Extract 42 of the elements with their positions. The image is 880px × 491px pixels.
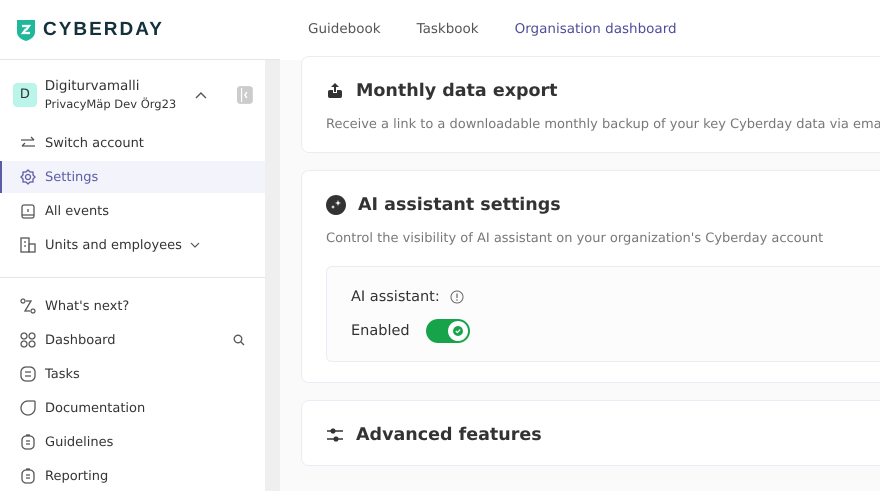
sidebar-item[interactable]: Units and employees bbox=[0, 229, 265, 261]
sidebar-item[interactable]: What's next? bbox=[0, 290, 265, 322]
card-title: Monthly data export bbox=[356, 81, 558, 101]
sparkle-icon bbox=[326, 195, 346, 215]
sidebar-item[interactable]: Settings bbox=[0, 161, 265, 193]
clipboard-icon bbox=[19, 433, 37, 451]
account-avatar: D bbox=[13, 82, 37, 106]
shield-logo-icon bbox=[15, 18, 37, 42]
scrollbar[interactable] bbox=[265, 60, 280, 491]
calendar-icon bbox=[19, 202, 37, 220]
page-icon bbox=[19, 399, 37, 417]
card-title: Advanced features bbox=[356, 425, 542, 445]
organisation-name: PrivacyMäp Dev Örg23 bbox=[44, 97, 178, 111]
info-icon[interactable] bbox=[450, 290, 464, 304]
sliders-icon bbox=[326, 426, 344, 444]
sidebar-item[interactable]: All events bbox=[0, 195, 265, 227]
account-name[interactable]: Digiturvamalli bbox=[44, 78, 184, 94]
route-icon bbox=[19, 297, 37, 315]
sidebar-item[interactable]: Switch account bbox=[0, 127, 265, 159]
chevron-icon[interactable] bbox=[190, 242, 200, 248]
sidebar-item[interactable]: Reporting bbox=[0, 460, 265, 491]
search-icon[interactable] bbox=[233, 334, 245, 346]
document-icon bbox=[19, 467, 37, 485]
list-icon bbox=[19, 365, 37, 383]
sidebar-item[interactable]: Dashboard bbox=[0, 324, 265, 356]
tab[interactable]: Taskbook bbox=[398, 0, 497, 60]
upload-icon bbox=[326, 82, 344, 100]
sidebar-item[interactable]: Tasks bbox=[0, 358, 265, 390]
card-description: Control the visibility of AI assistant on your organization's Cyberday account bbox=[326, 231, 824, 246]
grid-icon bbox=[19, 331, 37, 349]
logo-wordmark: CYBERDAY bbox=[43, 18, 164, 40]
toggle-switch[interactable] bbox=[426, 319, 470, 343]
sidebar-item[interactable]: Guidelines bbox=[0, 426, 265, 458]
setting-label: AI assistant: bbox=[351, 289, 440, 305]
building-icon bbox=[19, 236, 37, 254]
check-icon bbox=[452, 326, 463, 336]
card-title: AI assistant settings bbox=[358, 195, 561, 215]
gear-icon bbox=[19, 168, 37, 186]
sidebar-item[interactable]: Documentation bbox=[0, 392, 265, 424]
chevron-icon[interactable] bbox=[195, 90, 208, 98]
toggle-label: Enabled bbox=[351, 323, 410, 339]
tab[interactable]: Guidebook bbox=[290, 0, 399, 60]
